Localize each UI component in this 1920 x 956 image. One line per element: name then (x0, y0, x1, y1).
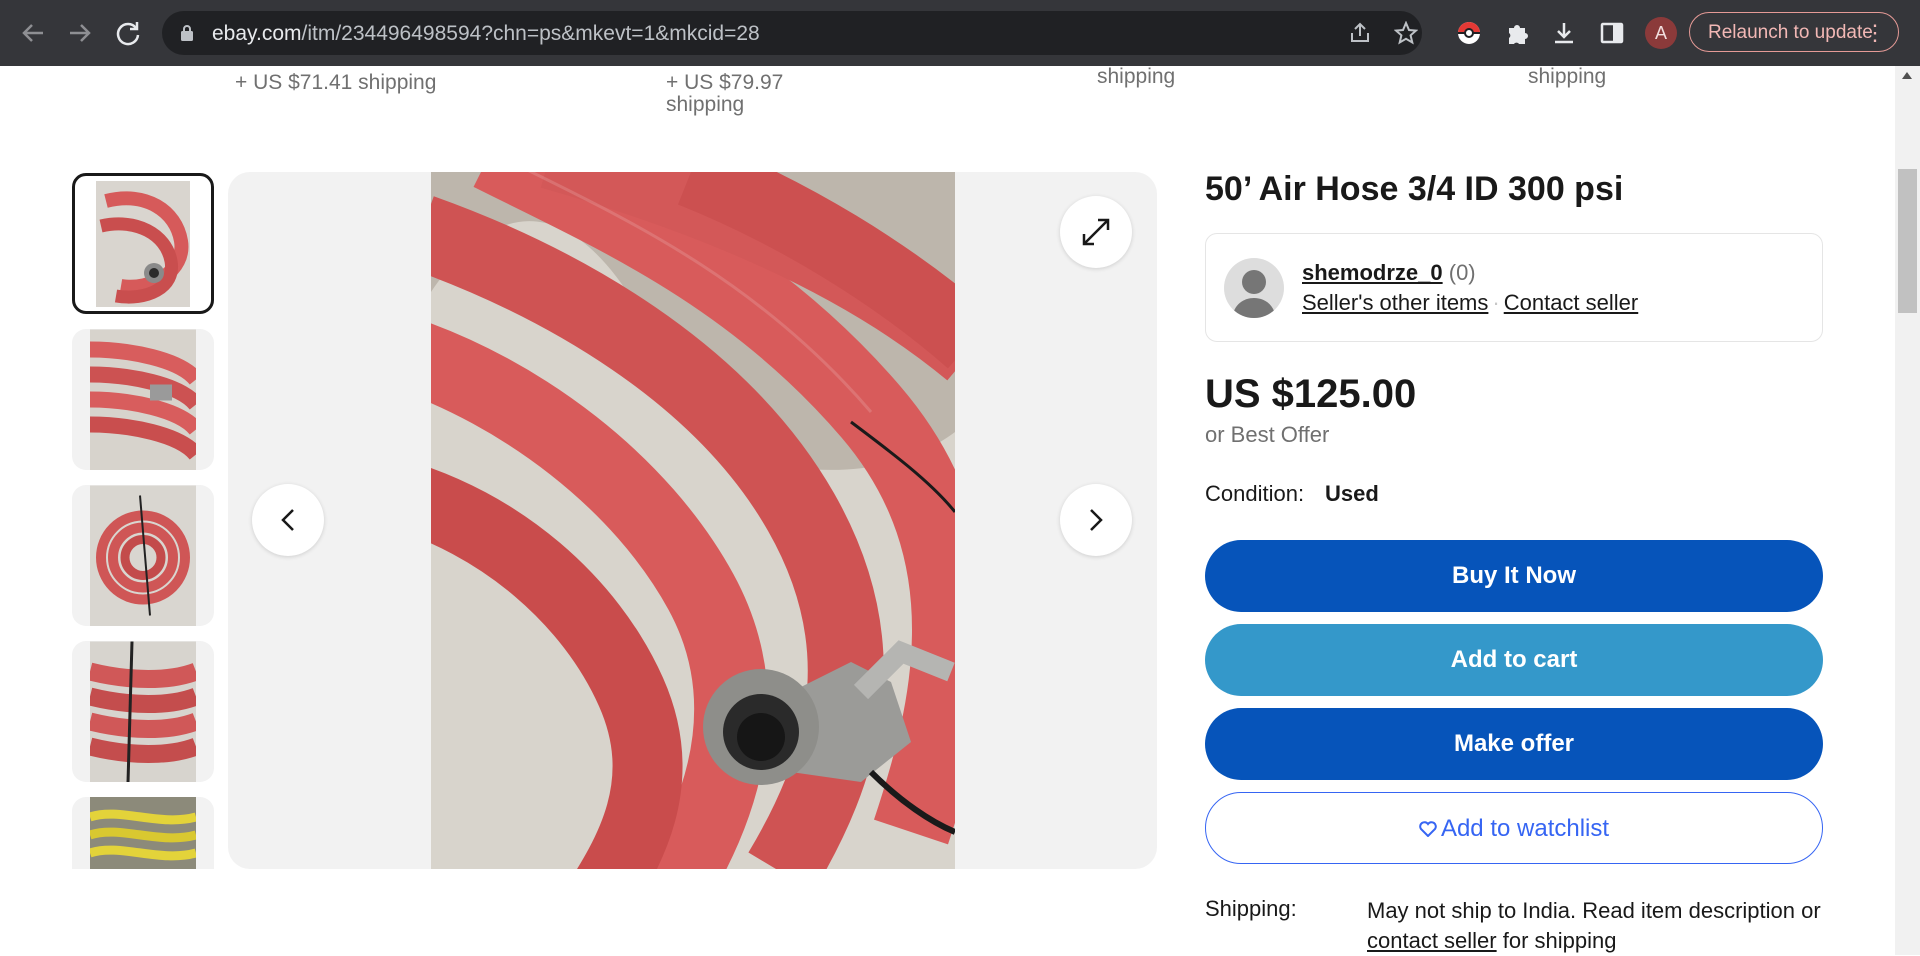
previous-image-button[interactable] (252, 484, 324, 556)
condition-label: Condition: (1205, 481, 1305, 506)
hose-photo-thumbnail (96, 180, 190, 307)
shipping-text-part2: for shipping (1496, 928, 1617, 953)
page-scrollbar[interactable] (1895, 66, 1920, 955)
heart-icon (1419, 821, 1437, 838)
next-image-button[interactable] (1060, 484, 1132, 556)
thumbnail-4[interactable] (72, 641, 214, 782)
contact-seller-link[interactable]: Contact seller (1504, 290, 1639, 315)
shipping-text-part1: May not ship to India. Read item descrip… (1367, 898, 1821, 923)
thumbnail-1[interactable] (72, 173, 214, 314)
seller-avatar[interactable] (1224, 258, 1284, 318)
listing-title: 50’ Air Hose 3/4 ID 300 psi (1205, 170, 1624, 208)
share-icon[interactable] (1348, 21, 1372, 45)
lock-icon[interactable] (180, 24, 194, 42)
related-item-3-shipping: shipping (1097, 65, 1176, 88)
seller-name-link[interactable]: shemodrze_0 (1302, 260, 1443, 285)
seller-card: shemodrze_0 (0) Seller's other items · Con… (1205, 233, 1823, 342)
address-bar[interactable]: ebay.com/itm/234496498594?chn=ps&mkevt=1… (162, 11, 1422, 55)
add-to-watchlist-button[interactable]: Add to watchlist (1205, 792, 1823, 864)
hose-photo-thumbnail (90, 797, 196, 869)
seller-other-items-link[interactable]: Seller's other items (1302, 290, 1488, 315)
related-item-4-shipping: shipping (1528, 65, 1607, 88)
add-to-cart-button[interactable]: Add to cart (1205, 624, 1823, 696)
shipping-contact-seller-link[interactable]: contact seller (1367, 928, 1497, 953)
side-panel-icon[interactable] (1599, 20, 1625, 46)
watchlist-label: Add to watchlist (1440, 815, 1610, 842)
buy-it-now-button[interactable]: Buy It Now (1205, 540, 1823, 612)
chevron-right-icon (1090, 509, 1103, 531)
hose-photo-thumbnail (90, 329, 196, 470)
puzzle-extensions-icon[interactable] (1504, 20, 1530, 46)
scroll-up-arrow-icon[interactable] (1902, 72, 1912, 79)
scroll-thumb[interactable] (1898, 169, 1917, 313)
thumbnail-3[interactable] (72, 485, 214, 626)
star-icon[interactable] (1394, 21, 1418, 45)
thumbnail-5[interactable] (72, 797, 214, 869)
kebab-menu-icon[interactable]: ⋮ (1864, 13, 1886, 53)
related-item-2-shipping-line2: shipping (666, 93, 745, 116)
make-offer-button[interactable]: Make offer (1205, 708, 1823, 780)
item-price: US $125.00 (1205, 372, 1417, 416)
hose-photo-thumbnail (90, 641, 196, 782)
best-offer-note: or Best Offer (1205, 422, 1330, 447)
seller-feedback-count: (0) (1448, 260, 1476, 285)
browser-toolbar: ebay.com/itm/234496498594?chn=ps&mkevt=1… (0, 0, 1920, 66)
shipping-label: Shipping: (1205, 896, 1297, 921)
user-silhouette-icon (1232, 270, 1276, 318)
seller-links-row: Seller's other items · Contact seller (1302, 290, 1638, 316)
related-item-1-shipping: + US $71.41 shipping (235, 71, 437, 94)
reload-icon[interactable] (112, 17, 144, 49)
shipping-details: May not ship to India. Read item descrip… (1367, 896, 1827, 956)
download-icon[interactable] (1551, 20, 1577, 46)
hose-photo-thumbnail (90, 485, 196, 626)
hose-photo-main (431, 172, 955, 869)
pokeball-extension-icon[interactable] (1456, 20, 1482, 46)
url-path: /itm/234496498594?chn=ps&mkevt=1&mkcid=2… (301, 22, 760, 45)
link-separator: · (1492, 290, 1500, 315)
chevron-left-icon (281, 509, 294, 531)
related-item-2-shipping-line1: + US $79.97 (666, 71, 784, 94)
fullscreen-button[interactable] (1060, 196, 1132, 268)
seller-name-row: shemodrze_0 (0) (1302, 260, 1476, 286)
url-text[interactable]: ebay.com/itm/234496498594?chn=ps&mkevt=1… (212, 22, 760, 46)
back-arrow-icon[interactable] (17, 17, 49, 49)
expand-icon (1082, 218, 1110, 246)
main-image-viewer[interactable] (228, 172, 1157, 869)
relaunch-button[interactable]: Relaunch to update ⋮ (1689, 12, 1899, 52)
profile-avatar[interactable]: A (1645, 17, 1677, 49)
url-host: ebay.com (212, 22, 302, 45)
related-item-2-shipping: + US $79.97 shipping (666, 72, 783, 116)
forward-arrow-icon[interactable] (64, 17, 96, 49)
condition-value: Used (1325, 481, 1379, 506)
thumbnail-2[interactable] (72, 329, 214, 470)
relaunch-label: Relaunch to update (1708, 22, 1873, 43)
